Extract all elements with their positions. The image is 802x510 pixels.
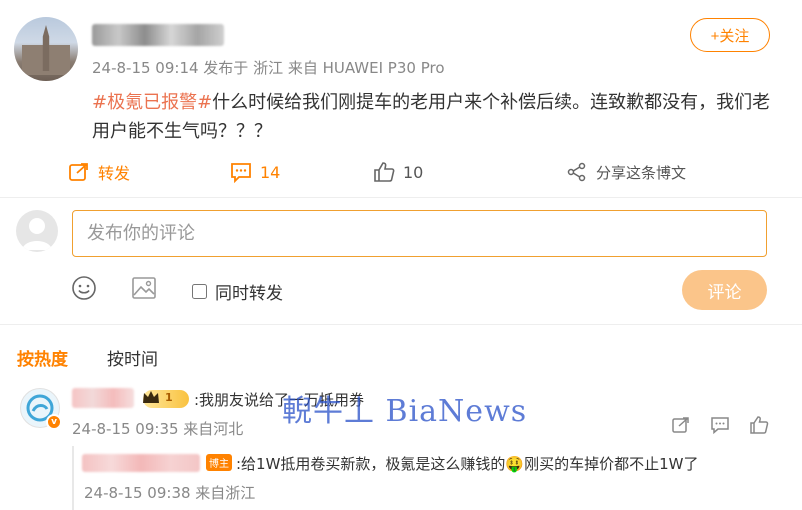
share-label: 分享这条博文 xyxy=(596,163,687,182)
reply-text: :给1W抵用卷买新款，极氪是这么赚钱的🤑刚买的车掉价都不止1W了 xyxy=(236,455,699,473)
comment-input[interactable] xyxy=(72,210,767,257)
comment-meta: 24-8-15 09:35 来自河北 xyxy=(72,420,244,438)
comment-repost-button[interactable] xyxy=(670,414,692,436)
level-badge: 1 xyxy=(143,390,189,408)
tab-sort-hot[interactable]: 按热度 xyxy=(17,345,68,370)
post-meta: 24-8-15 09:14 发布于 浙江 来自 HUAWEI P30 Pro xyxy=(92,59,445,77)
repost-also-label: 同时转发 xyxy=(215,284,283,304)
submit-comment-button[interactable]: 评论 xyxy=(682,270,767,310)
comment-like-button[interactable] xyxy=(748,414,770,436)
tab-sort-time[interactable]: 按时间 xyxy=(107,345,158,370)
commenter-name-blurred[interactable] xyxy=(72,388,134,408)
post-action-bar: 转发 14 10 分享这条博文 xyxy=(0,158,802,186)
poster-avatar[interactable] xyxy=(14,17,78,81)
level-number: 1 xyxy=(165,391,173,404)
share-icon xyxy=(566,161,588,183)
like-icon xyxy=(373,161,395,183)
reply-author-blurred[interactable] xyxy=(82,454,200,472)
author-badge: 博主 xyxy=(206,454,232,471)
post-body: #极氪已报警#什么时候给我们刚提车的老用户来个补偿后续。连致歉都没有，我们老用户… xyxy=(92,88,772,146)
repost-label: 转发 xyxy=(98,164,131,183)
repost-also-checkbox[interactable]: 同时转发 xyxy=(192,279,283,304)
topic-link[interactable]: #极氪已报警# xyxy=(92,92,212,113)
comment-button[interactable]: 14 xyxy=(230,158,280,186)
poster-name-blurred[interactable] xyxy=(92,24,224,46)
like-icon xyxy=(750,416,769,434)
image-button[interactable] xyxy=(131,275,157,301)
crown-icon xyxy=(143,391,159,403)
repost-also-check[interactable] xyxy=(192,284,207,299)
repost-icon xyxy=(672,417,689,433)
image-icon xyxy=(132,277,156,299)
repost-button[interactable]: 转发 xyxy=(68,158,130,186)
current-user-avatar xyxy=(16,210,58,252)
follow-button[interactable]: +关注 xyxy=(690,18,770,52)
like-count: 10 xyxy=(403,162,424,182)
emoji-icon xyxy=(72,276,96,300)
verified-badge: v xyxy=(46,414,62,430)
comment-count: 14 xyxy=(260,162,281,182)
comment-icon xyxy=(230,161,252,183)
emoji-button[interactable] xyxy=(71,275,97,301)
comment-reply-button[interactable] xyxy=(709,414,731,436)
watermark: 輗牛丄 BiaNews xyxy=(282,394,528,429)
reply-icon xyxy=(711,417,729,435)
share-button[interactable]: 分享这条博文 xyxy=(566,158,686,186)
repost-icon xyxy=(68,161,90,183)
reply-meta: 24-8-15 09:38 来自浙江 xyxy=(84,484,256,502)
like-button[interactable]: 10 xyxy=(373,158,423,186)
divider xyxy=(0,197,802,198)
divider xyxy=(0,324,802,325)
